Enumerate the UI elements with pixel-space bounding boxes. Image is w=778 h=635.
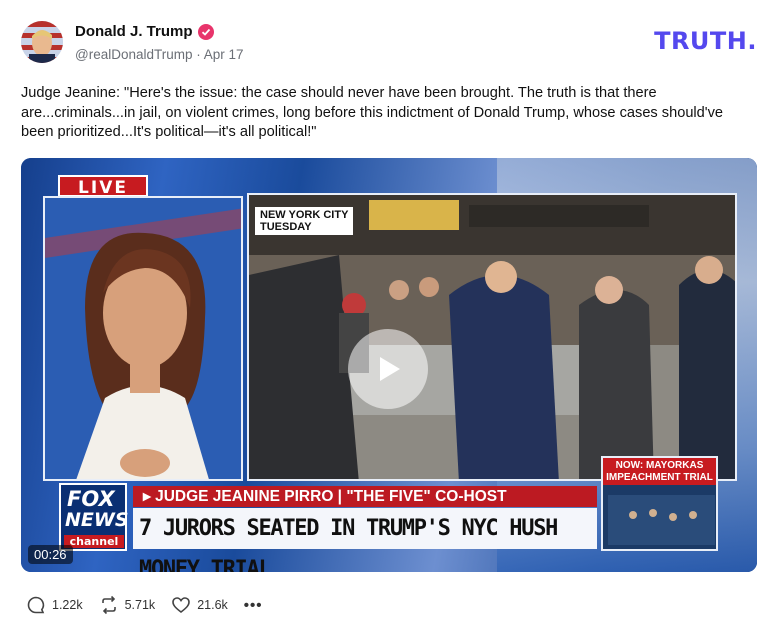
day-line: TUESDAY (260, 221, 312, 233)
heart-icon (172, 597, 190, 614)
scene-panel: NEW YORK CITY TUESDAY (247, 193, 737, 481)
truth-logo[interactable]: TRUTH. (654, 27, 757, 55)
play-icon (380, 357, 400, 381)
post-header: Donald J. Trump @realDonaldTrump · Apr 1… (21, 20, 757, 66)
video-player[interactable]: LIVE NEW YORK CITY TUESDAY FOX NEWS chan… (21, 158, 757, 572)
post-actions: 1.22k 5.71k 21.6k ••• (26, 594, 279, 616)
now-line2: IMPEACHMENT TRIAL (606, 472, 713, 483)
separator: · (196, 47, 204, 62)
more-options-button[interactable]: ••• (244, 597, 263, 614)
name-row: Donald J. Trump (75, 23, 214, 40)
avatar[interactable] (21, 21, 63, 63)
reply-count: 1.22k (52, 598, 83, 612)
news-text: NEWS (65, 509, 129, 531)
live-tag: LIVE (58, 175, 148, 198)
now-label: NOW: MAYORKAS IMPEACHMENT TRIAL (603, 458, 716, 485)
host-name-bar: ▸ JUDGE JEANINE PIRRO | "THE FIVE" CO-HO… (133, 486, 597, 507)
reply-icon (27, 596, 45, 614)
like-count: 21.6k (197, 598, 228, 612)
fox-news-logo: FOX NEWS channel (59, 483, 129, 551)
post-date[interactable]: Apr 17 (204, 47, 244, 62)
like-button[interactable]: 21.6k (171, 595, 228, 615)
fox-text: FOX (67, 487, 115, 511)
reply-button[interactable]: 1.22k (26, 595, 83, 615)
now-line1: NOW: MAYORKAS (615, 460, 704, 471)
location-chyron: NEW YORK CITY TUESDAY (255, 207, 354, 235)
retruth-button[interactable]: 5.71k (99, 595, 156, 615)
handle-date: @realDonaldTrump · Apr 17 (75, 47, 244, 62)
channel-text: channel (64, 535, 124, 548)
play-button[interactable] (348, 329, 428, 409)
retruth-count: 5.71k (124, 598, 156, 612)
lower-third: FOX NEWS channel ▸ JUDGE JEANINE PIRRO |… (59, 483, 599, 572)
post-text: Judge Jeanine: "Here's the issue: the ca… (21, 85, 723, 140)
city-line: NEW YORK CITY (260, 209, 349, 221)
retruth-icon (101, 595, 116, 615)
verified-badge-icon (197, 23, 214, 40)
display-name[interactable]: Donald J. Trump (75, 23, 193, 40)
video-duration: 00:26 (28, 545, 73, 564)
host-panel (43, 196, 243, 481)
headline-bar: 7 JURORS SEATED IN TRUMP'S NYC HUSH MONE… (133, 508, 597, 572)
now-box: NOW: MAYORKAS IMPEACHMENT TRIAL (601, 456, 718, 551)
handle[interactable]: @realDonaldTrump (75, 47, 193, 62)
